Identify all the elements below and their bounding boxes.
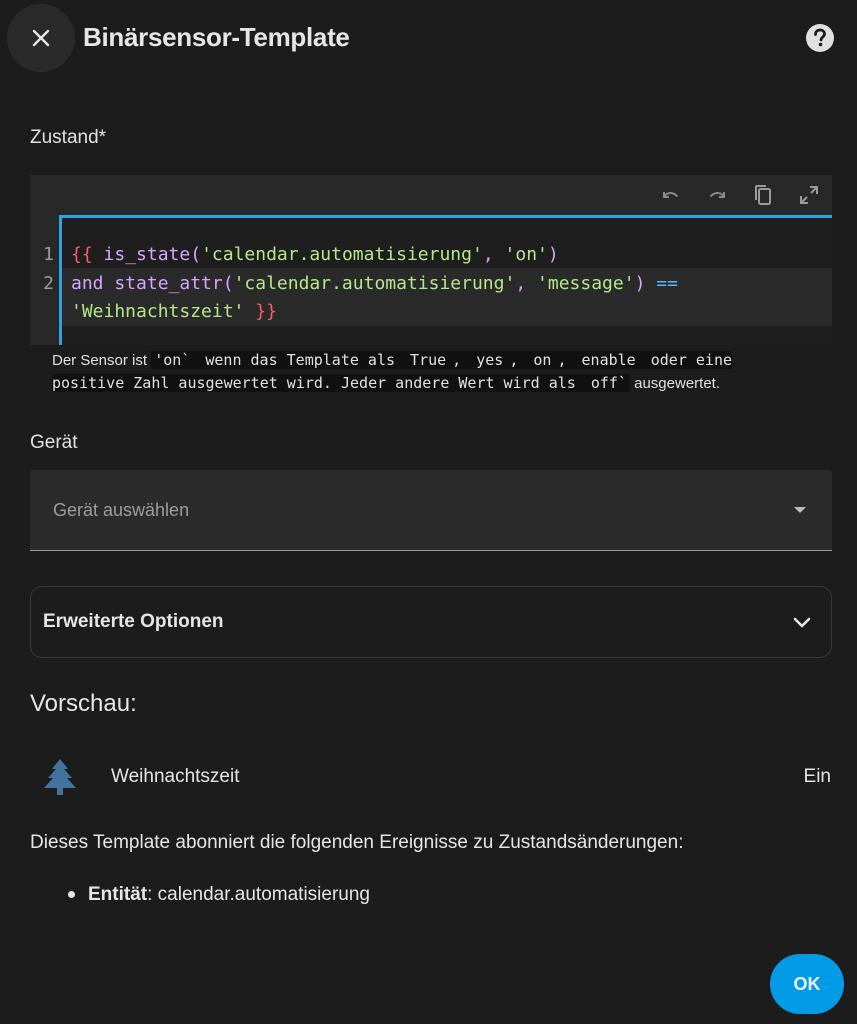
template-editor[interactable]: 1 2 {{ is_state('calendar.automatisierun… [30, 175, 832, 345]
device-label: Gerät [30, 432, 78, 453]
subscription-description: Dieses Template abonniert die folgenden … [30, 832, 684, 853]
list-bullet [68, 891, 75, 898]
code-token: }} [244, 301, 277, 322]
subscription-item-label: Entität [88, 884, 148, 905]
code-token: {{ [71, 244, 93, 265]
pine-tree-icon [44, 759, 76, 795]
hint-code: yes [473, 351, 507, 369]
dropdown-arrow-icon [794, 507, 806, 513]
dialog-title: Binärsensor-Template [83, 22, 350, 52]
advanced-options-expander[interactable]: Erweiterte Optionen [30, 586, 832, 658]
hint-code: 'on` [151, 351, 194, 369]
fullscreen-icon [800, 186, 818, 204]
list-item: Entität: calendar.automatisierung [88, 884, 370, 906]
hint-text: Der Sensor ist [52, 352, 152, 369]
code-line-2-wrap: 'Weihnachtszeit' }} [71, 301, 277, 322]
line-number: 1 [43, 244, 54, 265]
code-token: is_state( [92, 244, 202, 265]
code-token: , [515, 273, 538, 294]
advanced-options-label: Erweiterte Optionen [43, 611, 224, 632]
code-line-1: {{ is_state('calendar.automatisierung', … [71, 244, 559, 265]
preview-entity-row: Weihnachtszeit Ein [30, 748, 832, 806]
help-button[interactable] [804, 22, 836, 54]
device-select[interactable]: Gerät auswählen [30, 470, 832, 551]
state-helper-text: Der Sensor ist 'on` wenn das Template al… [52, 349, 772, 395]
preview-title: Vorschau: [30, 690, 137, 717]
code-token: and state_attr( [71, 273, 234, 294]
help-circle-icon [806, 24, 834, 52]
redo-button[interactable] [694, 175, 740, 215]
device-select-placeholder: Gerät auswählen [53, 500, 190, 520]
close-icon [32, 29, 50, 47]
undo-button[interactable] [648, 175, 694, 215]
entity-name: Weihnachtszeit [111, 766, 240, 787]
code-token: 'message' [537, 273, 635, 294]
code-token: == [656, 273, 678, 294]
editor-toolbar [648, 175, 832, 215]
ok-button[interactable]: OK [770, 954, 844, 1014]
hint-text: ausgewertet. [629, 375, 721, 392]
state-label: Zustand* [30, 127, 107, 148]
hint-text: , [449, 351, 474, 369]
chevron-down-icon [793, 617, 811, 628]
code-token: 'Weihnachtszeit' [71, 301, 245, 322]
code-token: , [482, 244, 505, 265]
code-token: 'on' [504, 244, 548, 265]
fullscreen-button[interactable] [786, 175, 832, 215]
copy-icon [755, 185, 771, 205]
hint-code: off` [587, 374, 630, 392]
code-token: 'calendar.automatisierung' [201, 244, 483, 265]
redo-icon [709, 192, 725, 198]
line-number: 2 [43, 273, 54, 294]
subscription-item-sep: : [147, 884, 158, 905]
code-token: 'calendar.automatisierung' [233, 273, 516, 294]
undo-icon [663, 192, 679, 198]
dialog-header: Binärsensor-Template [0, 0, 857, 76]
hint-text: wenn das Template als [193, 351, 408, 369]
close-button[interactable] [7, 4, 75, 72]
code-token: ) [634, 273, 657, 294]
code-token: ) [547, 244, 559, 265]
hint-text: , [554, 351, 579, 369]
code-area[interactable]: 1 2 {{ is_state('calendar.automatisierun… [43, 215, 832, 345]
hint-code: True [407, 351, 450, 369]
subscription-item-value: calendar.automatisierung [157, 884, 370, 905]
hint-code: enable [578, 351, 639, 369]
code-line-2: and state_attr('calendar.automatisierung… [71, 273, 678, 294]
hint-code: on [530, 351, 555, 369]
copy-button[interactable] [740, 175, 786, 215]
hint-text: , [506, 351, 531, 369]
entity-state: Ein [803, 766, 831, 787]
